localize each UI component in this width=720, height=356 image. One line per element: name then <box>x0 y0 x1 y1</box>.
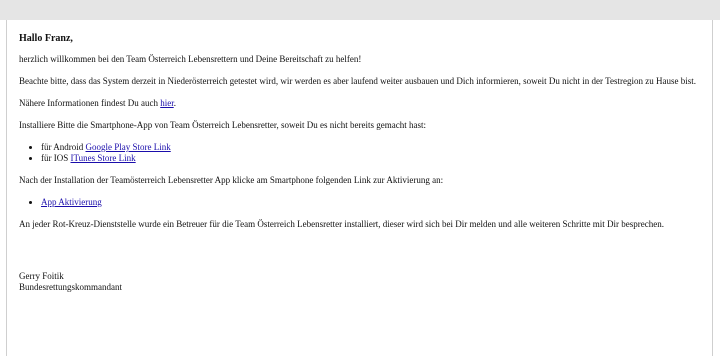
install-intro-text: Installiere Bitte die Smartphone-App von… <box>19 120 426 130</box>
email-header-bar <box>0 0 720 20</box>
ios-prefix: für IOS <box>41 153 71 163</box>
supervisor-note-text: An jeder Rot-Kreuz-Dienststelle wurde ei… <box>19 219 664 229</box>
signature-role: Bundesrettungskommandant <box>19 282 122 292</box>
more-info-paragraph: Nähere Informationen findest Du auch hie… <box>19 98 709 109</box>
more-info-suffix: . <box>173 98 176 108</box>
email-content: Hallo Franz, herzlich willkommen bei den… <box>19 33 709 293</box>
itunes-store-link[interactable]: ITunes Store Link <box>71 153 136 163</box>
greeting: Hallo Franz, <box>19 33 73 44</box>
activation-intro-text: Nach der Installation der Teamösterreich… <box>19 175 444 185</box>
signature-name: Gerry Foitik <box>19 271 64 281</box>
more-info-link[interactable]: hier <box>160 98 174 108</box>
signature-spacer <box>19 241 709 271</box>
more-info-prefix: Nähere Informationen findest Du auch <box>19 98 161 108</box>
email-body-frame: Hallo Franz, herzlich willkommen bei den… <box>6 20 713 356</box>
list-item-android: für Android Google Play Store Link <box>41 142 709 153</box>
google-play-store-link[interactable]: Google Play Store Link <box>86 142 171 152</box>
android-prefix: für Android <box>41 142 86 152</box>
list-item-ios: für IOS ITunes Store Link <box>41 153 709 164</box>
app-links-list: für Android Google Play Store Link für I… <box>19 142 709 164</box>
testing-info-text: Beachte bitte, dass das System derzeit i… <box>19 76 696 86</box>
signature: Gerry Foitik Bundesrettungskommandant <box>19 271 709 293</box>
list-item-activation: App Aktivierung <box>41 197 709 208</box>
app-activation-link[interactable]: App Aktivierung <box>41 197 102 207</box>
activation-list: App Aktivierung <box>19 197 709 208</box>
welcome-text: herzlich willkommen bei den Team Österre… <box>19 54 362 64</box>
